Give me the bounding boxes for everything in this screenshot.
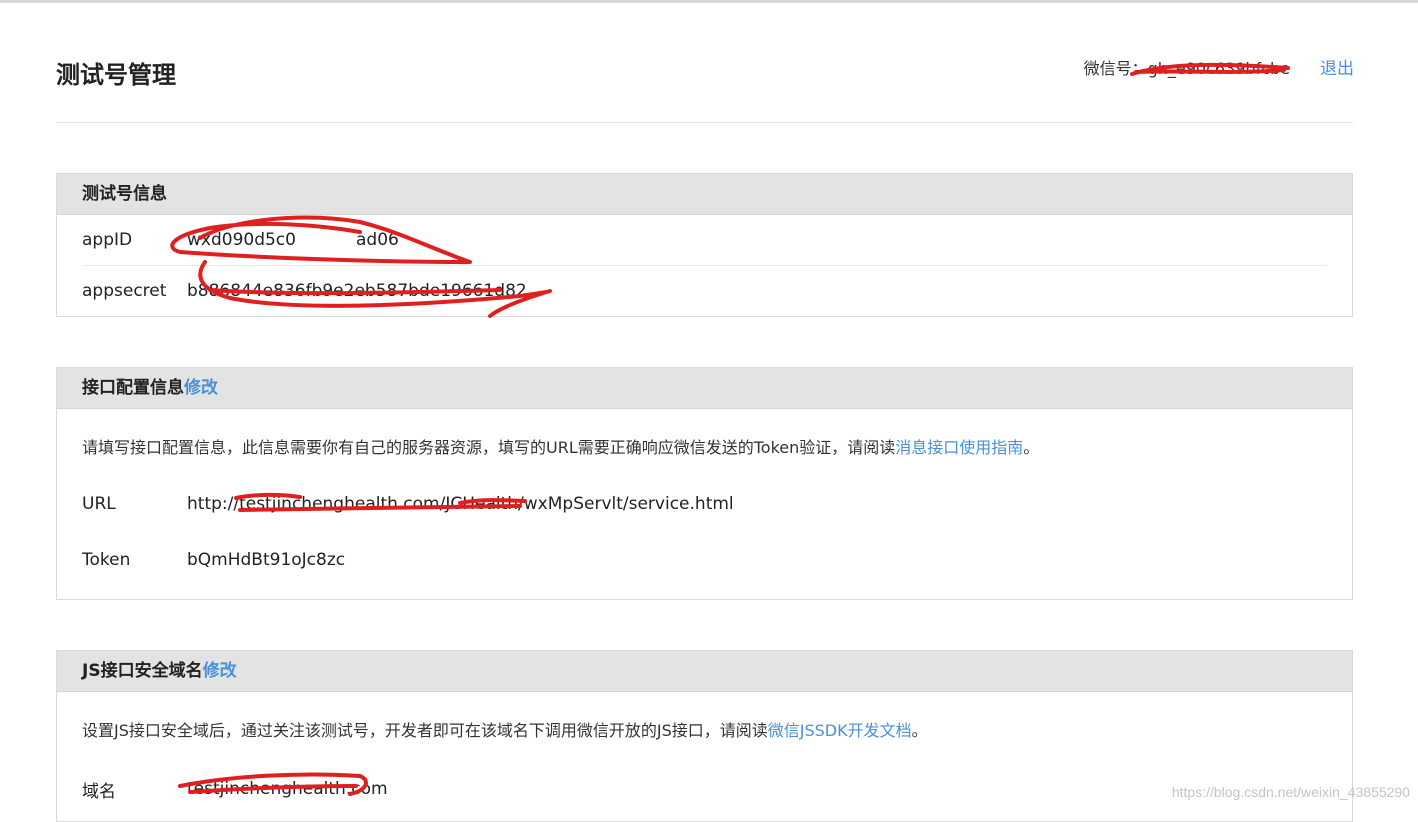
account-id: gh_e90c639bfcbe [1147, 59, 1290, 78]
appsecret-label: appsecret [82, 281, 167, 301]
domain-label: 域名 [82, 781, 116, 802]
appid-value: wxd090d5c0 ad06 [187, 230, 399, 250]
message-interface-guide-link[interactable]: 消息接口使用指南 [895, 438, 1023, 457]
interface-config-panel: 接口配置信息修改 请填写接口配置信息，此信息需要你有自己的服务器资源，填写的UR… [56, 367, 1353, 600]
test-info-panel: 测试号信息 appID wxd090d5c0 ad06 appsecret b88… [56, 173, 1353, 317]
js-domain-panel: JS接口安全域名修改 设置JS接口安全域后，通过关注该测试号，开发者即可在该域名… [56, 650, 1353, 822]
url-row: URL http://testjinchenghealth.com/JCHeal… [82, 476, 1327, 532]
test-info-title: 测试号信息 [82, 184, 167, 204]
logout-link[interactable]: 退出 [1320, 56, 1354, 82]
url-label: URL [82, 494, 116, 514]
header-divider [56, 122, 1353, 123]
token-value: bQmHdBt91oJc8zc [187, 550, 346, 570]
interface-config-description: 请填写接口配置信息，此信息需要你有自己的服务器资源，填写的URL需要正确响应微信… [82, 438, 1040, 457]
account-info: 微信号： gh_e90c639bfcbe 退出 [1084, 56, 1354, 82]
jssdk-doc-link[interactable]: 微信JSSDK开发文档 [768, 721, 912, 740]
domain-row: 域名 testjinchenghealth.com [82, 761, 1327, 817]
interface-config-header: 接口配置信息修改 [57, 368, 1352, 409]
interface-config-title: 接口配置信息 [82, 378, 184, 398]
account-label: 微信号： [1083, 59, 1148, 78]
interface-config-edit-link[interactable]: 修改 [184, 378, 218, 398]
appid-row: appID wxd090d5c0 ad06 [82, 215, 1327, 266]
js-domain-edit-link[interactable]: 修改 [203, 661, 237, 681]
js-domain-header: JS接口安全域名修改 [57, 651, 1352, 692]
test-info-header: 测试号信息 [57, 174, 1352, 215]
url-value: http://testjinchenghealth.com/JCHealth/w… [187, 494, 734, 514]
js-domain-description: 设置JS接口安全域后，通过关注该测试号，开发者即可在该域名下调用微信开放的JS接… [82, 721, 928, 740]
page-title: 测试号管理 [56, 61, 176, 89]
appid-label: appID [82, 230, 133, 250]
appsecret-value: b886844e836fb9e2eb587bde19661d82 [187, 281, 527, 301]
domain-value: testjinchenghealth.com [187, 779, 388, 799]
token-row: Token bQmHdBt91oJc8zc [82, 532, 1327, 588]
js-domain-title: JS接口安全域名 [82, 661, 203, 681]
top-border-line [0, 0, 1418, 3]
watermark: https://blog.csdn.net/weixin_43855290 [1171, 784, 1410, 800]
appsecret-row: appsecret b886844e836fb9e2eb587bde19661d… [82, 266, 1327, 316]
token-label: Token [82, 550, 131, 570]
